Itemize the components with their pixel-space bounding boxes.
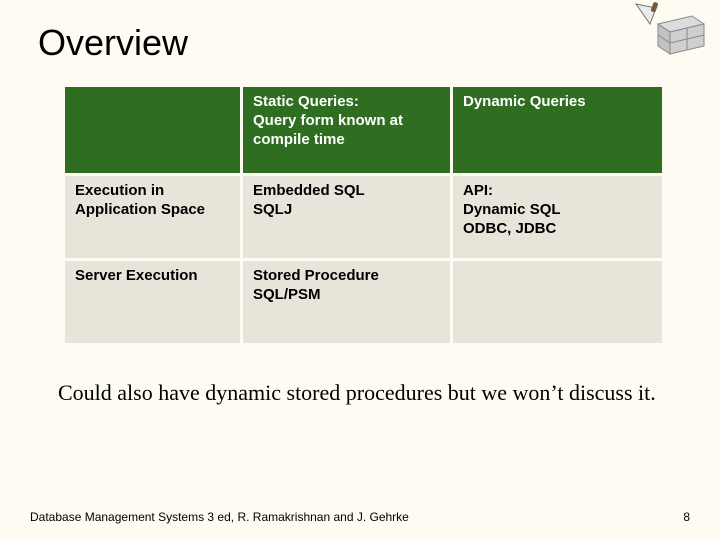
table-row: Server Execution Stored Procedure SQL/PS… <box>64 260 664 345</box>
page-title: Overview <box>38 22 188 64</box>
text: Stored Procedure <box>253 267 379 284</box>
cell: API: Dynamic SQL ODBC, JDBC <box>452 175 664 260</box>
text: Query form known at <box>253 112 403 129</box>
overview-table: Static Queries: Query form known at comp… <box>62 84 665 346</box>
slide: Overview <box>0 0 720 540</box>
text: compile time <box>253 131 345 148</box>
table-row: Execution in Application Space Embedded … <box>64 175 664 260</box>
text: ODBC, JDBC <box>463 220 556 237</box>
header-cell-dynamic: Dynamic Queries <box>452 86 664 175</box>
header-cell-static: Static Queries: Query form known at comp… <box>242 86 452 175</box>
text: SQL/PSM <box>253 286 321 303</box>
footer-citation: Database Management Systems 3 ed, R. Ram… <box>30 510 409 524</box>
brick-trowel-icon <box>630 0 706 62</box>
text: Dynamic SQL <box>463 201 561 218</box>
text: Embedded SQL <box>253 182 365 199</box>
row-label: Server Execution <box>64 260 242 345</box>
body-note: Could also have dynamic stored procedure… <box>58 380 658 406</box>
cell: Embedded SQL SQLJ <box>242 175 452 260</box>
row-label: Execution in Application Space <box>64 175 242 260</box>
cell: Stored Procedure SQL/PSM <box>242 260 452 345</box>
text: Static Queries: <box>253 93 359 110</box>
page-number: 8 <box>683 510 690 524</box>
table-header-row: Static Queries: Query form known at comp… <box>64 86 664 175</box>
cell <box>452 260 664 345</box>
text: SQLJ <box>253 201 292 218</box>
header-cell-blank <box>64 86 242 175</box>
text: Execution in <box>75 182 164 199</box>
text: API: <box>463 182 493 199</box>
text: Application Space <box>75 201 205 218</box>
